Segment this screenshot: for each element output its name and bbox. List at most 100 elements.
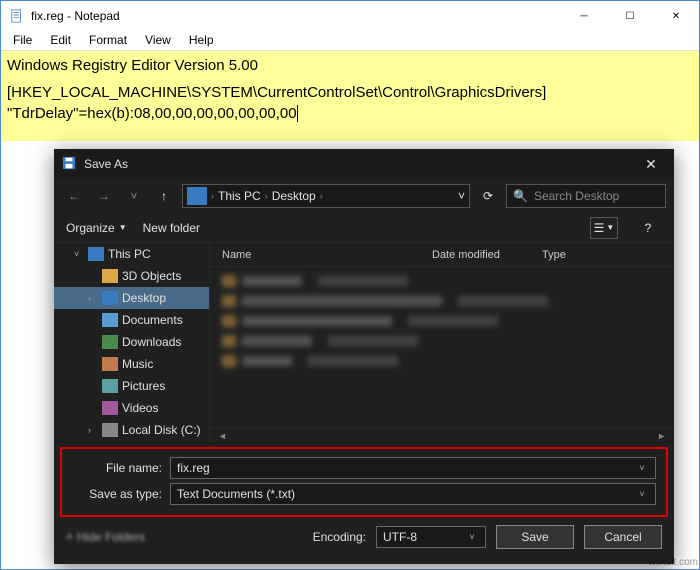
text-line-2: [HKEY_LOCAL_MACHINE\SYSTEM\CurrentContro… (7, 82, 693, 103)
breadcrumb-desktop[interactable]: Desktop (272, 189, 316, 203)
text-line-3: "TdrDelay"=hex(b):08,00,00,00,00,00,00,0… (7, 105, 297, 122)
text-cursor (297, 105, 298, 122)
chevron-down-icon[interactable]: ˅ (458, 189, 465, 203)
save-fields-highlighted: File name: fix.reg ˅ Save as type: Text … (60, 447, 668, 517)
scroll-left-icon[interactable]: ◄ (218, 431, 227, 441)
cancel-button[interactable]: Cancel (584, 525, 662, 549)
notepad-icon (9, 8, 25, 24)
hide-folders-button[interactable]: ˄ Hide Folders (66, 530, 145, 544)
menu-file[interactable]: File (5, 31, 40, 50)
chevron-down-icon[interactable]: ˅ (465, 532, 479, 542)
pc-icon (187, 187, 207, 205)
dialog-title: Save As (84, 157, 628, 171)
help-button[interactable]: ? (634, 217, 662, 239)
help-icon: ? (645, 221, 652, 235)
pc-icon (88, 247, 104, 261)
list-item[interactable] (222, 271, 674, 291)
saveastype-label: Save as type: (72, 487, 162, 501)
new-folder-button[interactable]: New folder (143, 221, 200, 235)
saveastype-row: Save as type: Text Documents (*.txt) ˅ (72, 481, 656, 507)
column-name[interactable]: Name (222, 243, 432, 266)
horizontal-scrollbar[interactable]: ◄ ► (210, 427, 674, 443)
tree-downloads[interactable]: Downloads (54, 331, 209, 353)
tree-dvd-drive[interactable]: DVD RW Drive (54, 441, 209, 443)
chevron-down-icon: ˅ (74, 249, 84, 259)
list-item[interactable] (222, 291, 674, 311)
nav-recent-button[interactable]: ˅ (122, 184, 146, 208)
tree-videos[interactable]: Videos (54, 397, 209, 419)
downloads-icon (102, 335, 118, 349)
dialog-body: ˅This PC 3D Objects ›Desktop Documents D… (54, 243, 674, 443)
text-line-1: Windows Registry Editor Version 5.00 (7, 55, 693, 76)
chevron-right-icon: › (88, 293, 98, 303)
chevron-down-icon[interactable]: ˅ (635, 463, 649, 473)
organize-button[interactable]: Organize ▼ (66, 221, 127, 235)
chevron-right-icon: › (88, 425, 98, 435)
notepad-text-area[interactable]: Windows Registry Editor Version 5.00 [HK… (1, 51, 699, 141)
tree-documents[interactable]: Documents (54, 309, 209, 331)
pictures-icon (102, 379, 118, 393)
column-type[interactable]: Type (542, 243, 674, 266)
menu-edit[interactable]: Edit (42, 31, 79, 50)
nav-bar: ← → ˅ ↑ › This PC › Desktop › ˅ ⟳ 🔍 Sear… (54, 179, 674, 213)
desktop-icon (102, 291, 118, 305)
view-options-button[interactable]: ☰▼ (590, 217, 618, 239)
notepad-title: fix.reg - Notepad (31, 9, 561, 23)
nav-back-button[interactable]: ← (62, 184, 86, 208)
save-as-dialog: Save As ✕ ← → ˅ ↑ › This PC › Desktop › … (54, 149, 674, 564)
chevron-down-icon[interactable]: ˅ (635, 489, 649, 499)
chevron-up-icon: ˄ (66, 530, 73, 544)
encoding-label: Encoding: (313, 530, 366, 544)
search-placeholder: Search Desktop (534, 189, 619, 203)
filename-input[interactable]: fix.reg ˅ (170, 457, 656, 479)
dialog-footer: ˄ Hide Folders Encoding: UTF-8 ˅ Save Ca… (54, 517, 674, 557)
scroll-right-icon[interactable]: ► (657, 431, 666, 441)
refresh-button[interactable]: ⟳ (476, 184, 500, 208)
breadcrumb-this-pc[interactable]: This PC (218, 189, 261, 203)
search-icon: 🔍 (513, 189, 528, 203)
dialog-close-button[interactable]: ✕ (628, 149, 674, 179)
tree-3d-objects[interactable]: 3D Objects (54, 265, 209, 287)
documents-icon (102, 313, 118, 327)
chevron-right-icon: › (320, 191, 323, 201)
column-date[interactable]: Date modified (432, 243, 542, 266)
save-button[interactable]: Save (496, 525, 574, 549)
folder-tree: ˅This PC 3D Objects ›Desktop Documents D… (54, 243, 210, 443)
maximize-button[interactable]: ☐ (607, 1, 653, 31)
chevron-down-icon: ▼ (119, 223, 127, 232)
menu-help[interactable]: Help (181, 31, 222, 50)
list-item[interactable] (222, 351, 674, 371)
disk-icon (102, 423, 118, 437)
filename-label: File name: (72, 461, 162, 475)
tree-this-pc[interactable]: ˅This PC (54, 243, 209, 265)
nav-up-button[interactable]: ↑ (152, 184, 176, 208)
notepad-titlebar: fix.reg - Notepad ─ ☐ ✕ (1, 1, 699, 31)
tree-desktop[interactable]: ›Desktop (54, 287, 209, 309)
tree-local-disk[interactable]: ›Local Disk (C:) (54, 419, 209, 441)
file-rows (210, 267, 674, 427)
folder-icon (102, 269, 118, 283)
list-item[interactable] (222, 331, 674, 351)
menu-format[interactable]: Format (81, 31, 135, 50)
minimize-button[interactable]: ─ (561, 1, 607, 31)
close-button[interactable]: ✕ (653, 1, 699, 31)
window-controls: ─ ☐ ✕ (561, 1, 699, 31)
list-item[interactable] (222, 311, 674, 331)
chevron-right-icon: › (265, 191, 268, 201)
save-icon (62, 156, 78, 172)
search-input[interactable]: 🔍 Search Desktop (506, 184, 666, 208)
menu-view[interactable]: View (137, 31, 179, 50)
filename-row: File name: fix.reg ˅ (72, 455, 656, 481)
nav-forward-button[interactable]: → (92, 184, 116, 208)
file-list: Name Date modified Type ◄ ► (210, 243, 674, 443)
music-icon (102, 357, 118, 371)
tree-music[interactable]: Music (54, 353, 209, 375)
view-icon: ☰ (594, 221, 605, 235)
breadcrumb[interactable]: › This PC › Desktop › ˅ (182, 184, 470, 208)
chevron-right-icon: › (211, 191, 214, 201)
dialog-toolbar: Organize ▼ New folder ☰▼ ? (54, 213, 674, 243)
list-header: Name Date modified Type (210, 243, 674, 267)
encoding-dropdown[interactable]: UTF-8 ˅ (376, 526, 486, 548)
saveastype-dropdown[interactable]: Text Documents (*.txt) ˅ (170, 483, 656, 505)
tree-pictures[interactable]: Pictures (54, 375, 209, 397)
